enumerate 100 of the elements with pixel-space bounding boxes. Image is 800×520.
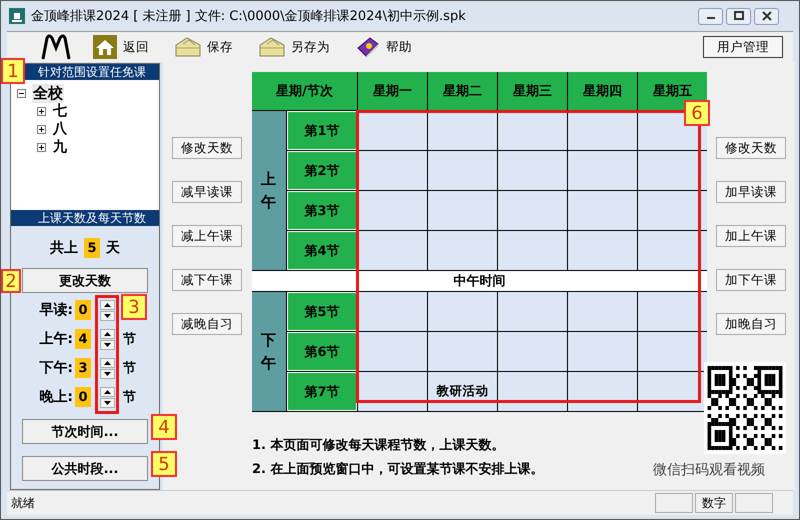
app-icon xyxy=(9,8,25,24)
timetable-cell[interactable] xyxy=(498,372,567,411)
note-text: 2. 在上面预览窗口中，可设置某节课不安排上课。 xyxy=(252,460,544,478)
settings-button[interactable]: 节次时间... xyxy=(22,419,148,444)
close-button[interactable] xyxy=(754,8,779,24)
tree-item[interactable]: 七 xyxy=(52,102,68,120)
timetable-cell[interactable] xyxy=(638,231,707,270)
status-panel xyxy=(735,493,773,513)
timetable-cell[interactable] xyxy=(568,151,637,190)
timetable-cell[interactable] xyxy=(568,372,637,411)
collapse-icon[interactable] xyxy=(17,88,26,98)
timetable-cell[interactable] xyxy=(428,151,497,190)
timetable-cell[interactable] xyxy=(358,151,427,190)
timetable-cell[interactable] xyxy=(428,292,497,331)
timetable-cell[interactable] xyxy=(498,292,567,331)
timetable-cell[interactable] xyxy=(568,111,637,150)
timetable-cell[interactable] xyxy=(358,111,427,150)
user-management-button[interactable]: 用户管理 xyxy=(703,36,783,58)
tree-item[interactable]: 八 xyxy=(52,120,68,138)
timetable-cell[interactable] xyxy=(358,231,427,270)
timetable-cell[interactable] xyxy=(638,151,707,190)
action-button[interactable]: 减晚自习 xyxy=(172,313,242,335)
up-arrow-icon xyxy=(104,360,111,364)
period-cell: 第7节 xyxy=(287,372,357,411)
maximize-icon xyxy=(734,11,744,21)
note-text: 1. 本页面可修改每天课程节数，上课天数。 xyxy=(252,437,505,454)
timetable-cell[interactable]: 教研活动 xyxy=(428,372,497,411)
spin-down-button[interactable] xyxy=(100,368,115,378)
action-button[interactable]: 加早读课 xyxy=(716,181,786,203)
change-days-button[interactable]: 更改天数 xyxy=(22,268,148,293)
timetable-cell[interactable] xyxy=(498,332,567,371)
action-button[interactable]: 修改天数 xyxy=(172,137,242,159)
timetable-cell[interactable] xyxy=(638,191,707,230)
toolbar-button[interactable]: 保存 xyxy=(175,36,233,58)
folder-icon xyxy=(175,36,201,58)
spin-up-button[interactable] xyxy=(100,328,115,338)
action-button[interactable]: 减下午课 xyxy=(172,269,242,291)
expand-icon[interactable] xyxy=(37,142,46,152)
timetable-cell[interactable] xyxy=(638,332,707,371)
status-panel xyxy=(655,493,693,513)
timetable-cell[interactable] xyxy=(568,231,637,270)
tree-item[interactable]: 全校 xyxy=(32,84,64,102)
timetable-cell[interactable] xyxy=(568,292,637,331)
timetable-cell[interactable] xyxy=(498,111,567,150)
callout-badge: 3 xyxy=(121,294,147,320)
logo-icon xyxy=(41,34,71,60)
toolbar-button[interactable]: 帮助 xyxy=(356,36,412,58)
period-label: 早读: xyxy=(38,301,73,319)
period-label: 晚上: xyxy=(38,388,73,406)
timetable-cell[interactable] xyxy=(358,292,427,331)
timetable-cell[interactable] xyxy=(428,231,497,270)
callout-badge: 1 xyxy=(1,58,25,84)
timetable-cell[interactable] xyxy=(568,191,637,230)
period-count-field[interactable]: 3 xyxy=(75,358,91,378)
action-button[interactable]: 修改天数 xyxy=(716,137,786,159)
timetable-cell[interactable] xyxy=(638,292,707,331)
expand-icon[interactable] xyxy=(37,124,46,134)
period-count-field[interactable]: 0 xyxy=(75,387,91,407)
break-row: 中午时间 xyxy=(252,271,707,291)
unit-label: 节 xyxy=(123,360,136,377)
period-cell: 第6节 xyxy=(287,332,357,371)
spin-down-button[interactable] xyxy=(100,310,115,320)
timetable-cell[interactable] xyxy=(358,191,427,230)
timetable-cell[interactable] xyxy=(428,332,497,371)
action-button[interactable]: 减早读课 xyxy=(172,181,242,203)
up-arrow-icon xyxy=(104,390,111,394)
spin-down-button[interactable] xyxy=(100,340,115,350)
toolbar-button[interactable]: 另存为 xyxy=(259,36,330,58)
header-cell: 星期四 xyxy=(568,72,637,110)
spin-up-button[interactable] xyxy=(100,300,115,310)
timetable-cell[interactable] xyxy=(358,372,427,411)
timetable-cell[interactable] xyxy=(428,191,497,230)
timetable-cell[interactable] xyxy=(498,151,567,190)
callout-badge: 4 xyxy=(151,414,177,440)
unit-label: 节 xyxy=(123,389,136,406)
timetable-cell[interactable] xyxy=(428,111,497,150)
timetable-cell[interactable] xyxy=(498,191,567,230)
spin-up-button[interactable] xyxy=(100,386,115,396)
action-button[interactable]: 减上午课 xyxy=(172,225,242,247)
settings-button[interactable]: 公共时段... xyxy=(22,456,148,481)
down-arrow-icon xyxy=(104,372,111,376)
expand-icon[interactable] xyxy=(37,106,46,116)
minimize-button[interactable] xyxy=(698,8,723,24)
spin-down-button[interactable] xyxy=(100,398,115,408)
status-text: 就绪 xyxy=(10,494,35,512)
header-cell: 星期三 xyxy=(498,72,567,110)
action-button[interactable]: 加下午课 xyxy=(716,269,786,291)
tree-item[interactable]: 九 xyxy=(52,138,68,156)
period-count-field[interactable]: 0 xyxy=(75,300,91,320)
timetable-cell[interactable] xyxy=(358,332,427,371)
folder-icon xyxy=(259,36,285,58)
action-button[interactable]: 加晚自习 xyxy=(716,313,786,335)
spin-up-button[interactable] xyxy=(100,358,115,368)
timetable-cell[interactable] xyxy=(498,231,567,270)
maximize-button[interactable] xyxy=(726,8,751,24)
up-arrow-icon xyxy=(104,332,111,336)
action-button[interactable]: 加上午课 xyxy=(716,225,786,247)
period-count-field[interactable]: 4 xyxy=(75,329,91,349)
timetable-cell[interactable] xyxy=(568,332,637,371)
toolbar-button[interactable]: 返回 xyxy=(93,35,149,59)
